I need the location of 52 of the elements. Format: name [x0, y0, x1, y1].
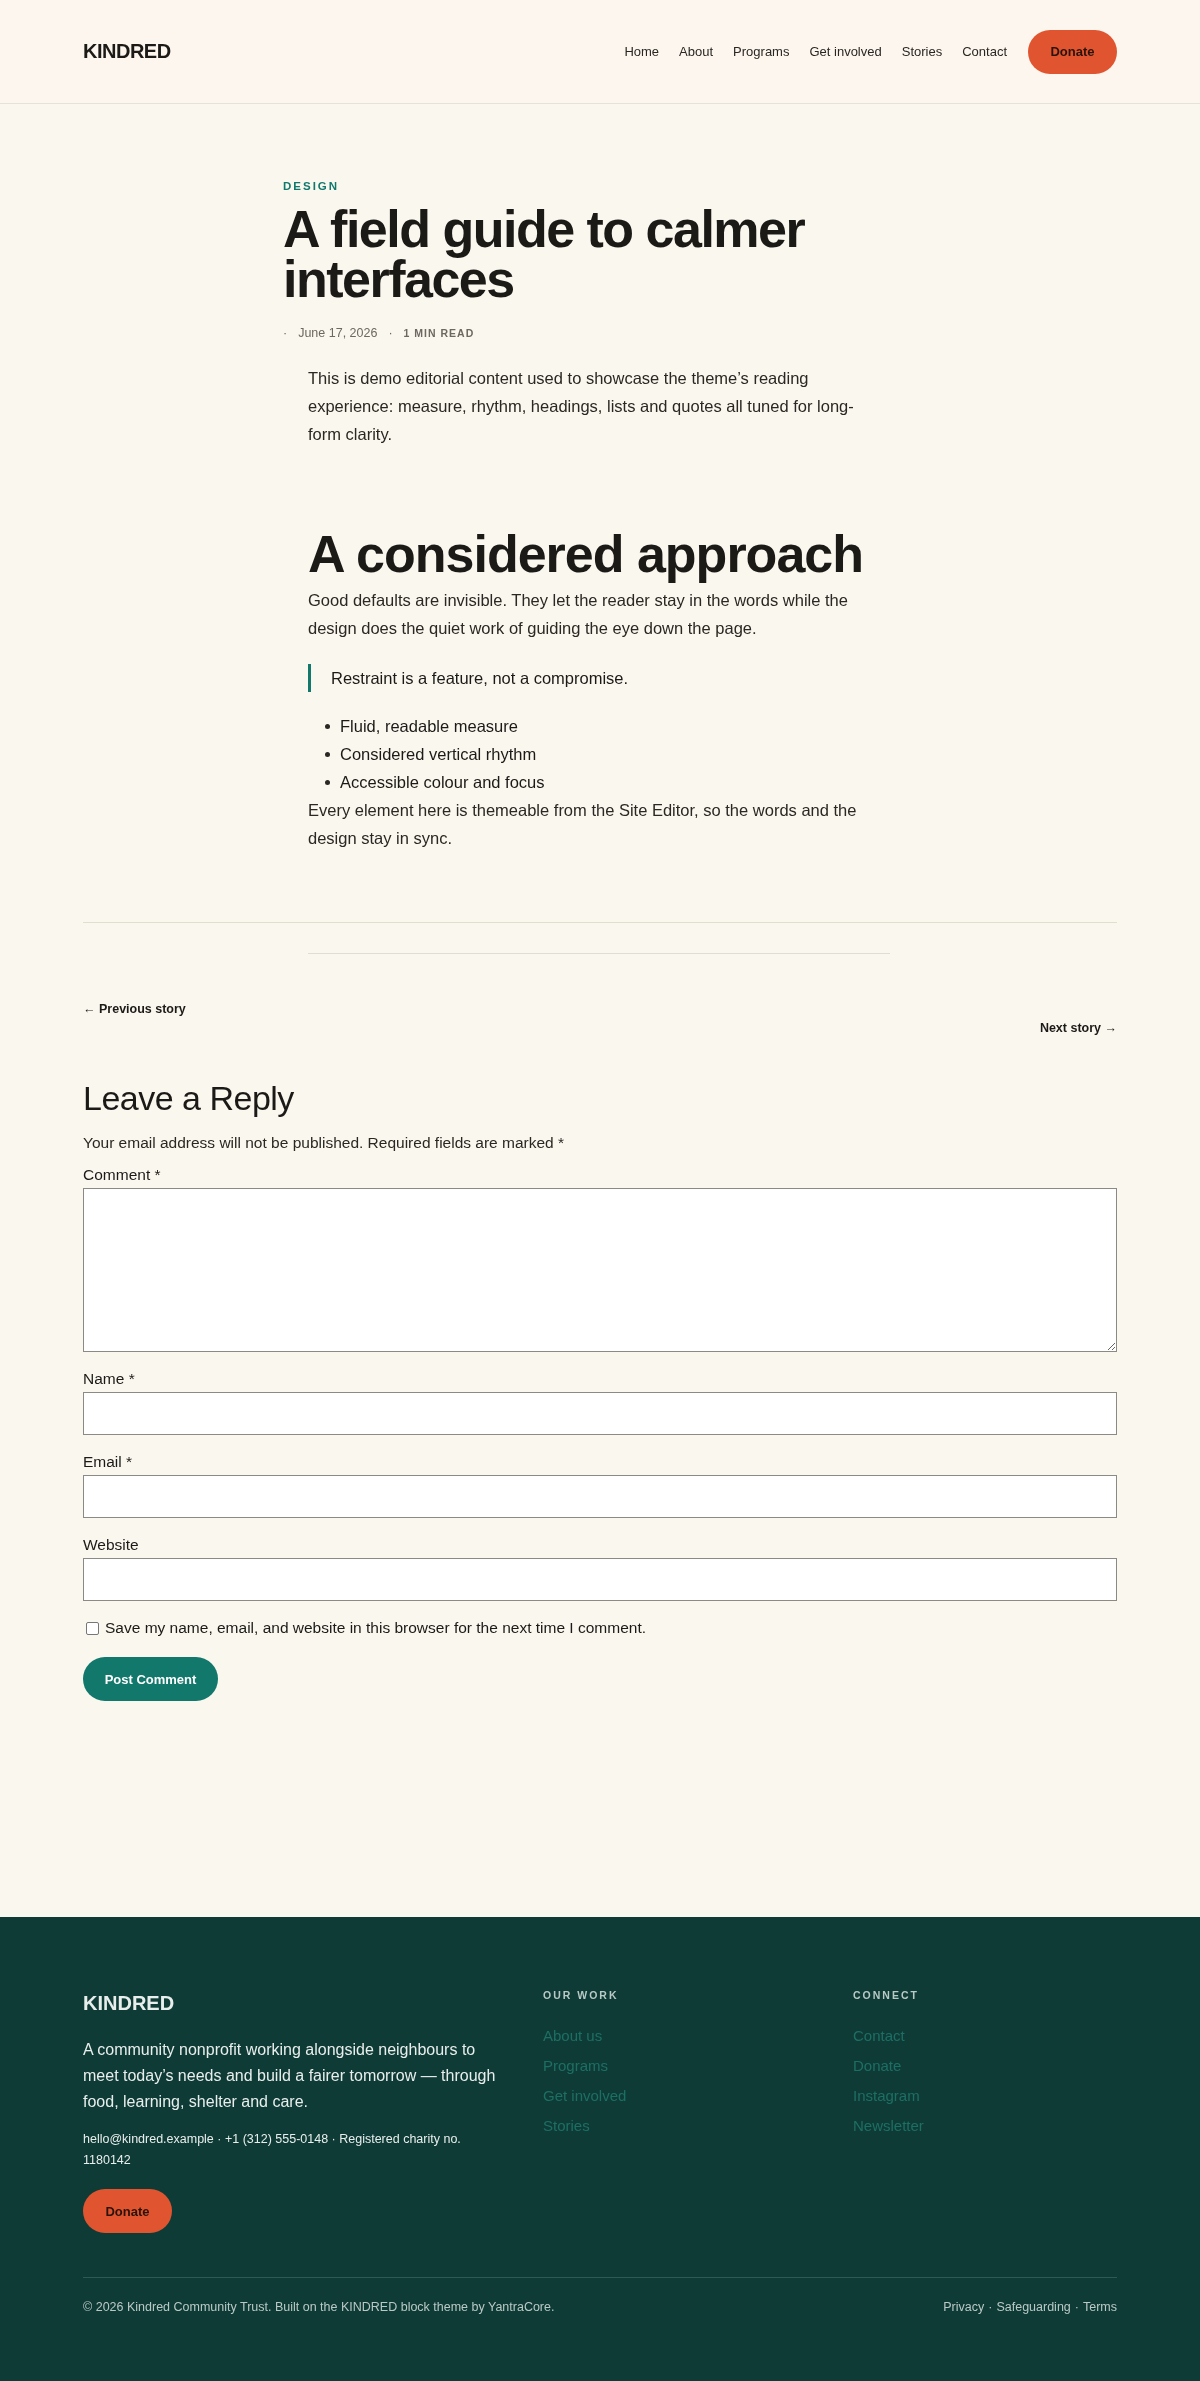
body-paragraph: Every element here is themeable from the Site Editor, so the words and the design stay in sync. — [308, 800, 858, 849]
previous-story-link[interactable]: ← Previous story — [83, 1002, 186, 1016]
reply-notice: Your email address will not be published. Required fields are marked * — [83, 1134, 566, 1152]
nav-link[interactable]: Home — [624, 44, 660, 59]
consent-label: Save my name, email, and website in this browser for the next time I comment. — [105, 1619, 646, 1637]
nav-link[interactable]: About — [679, 44, 714, 59]
donate-button[interactable]: Donate — [83, 2189, 172, 2233]
copyright-text: © 2026 Kindred Community Trust. Built on the KINDRED block theme by YantraCore. — [83, 2300, 555, 2314]
next-story-link[interactable]: Next story → — [1039, 1021, 1117, 1035]
list-item: Fluid, readable measure — [340, 716, 518, 737]
field-label: Website — [83, 1536, 140, 1554]
body-paragraph: Good defaults are invisible. They let the reader stay in the words while the design does the quiet work of guiding the eye down the page. — [308, 590, 849, 639]
bullet-icon — [325, 779, 330, 785]
nav-link[interactable]: Stories — [901, 44, 943, 59]
pull-quote: Restraint is a feature, not a compromise. — [308, 664, 868, 692]
nav-link[interactable]: Contact — [962, 44, 1007, 59]
field-label: Name * — [83, 1370, 136, 1388]
legal-link[interactable]: Privacy — [943, 2300, 985, 2314]
list-item: Considered vertical rhythm — [340, 744, 537, 765]
article-title: A field guide to calmer interfaces — [283, 204, 806, 304]
meta-separator: · — [283, 326, 288, 340]
section-heading: A considered approach — [308, 526, 864, 582]
legal-separator: · — [1074, 2300, 1079, 2314]
nav-link[interactable]: Get involved — [809, 44, 882, 59]
consent-checkbox[interactable] — [86, 1621, 99, 1635]
footer-column-heading: CONNECT — [853, 1989, 919, 2001]
category-label[interactable]: DESIGN — [283, 180, 340, 192]
footer-contact-text: hello@kindred.example · +1 (312) 555-0148 · Registered charity no. 1180142 — [83, 2131, 462, 2169]
footer-logo[interactable]: KINDRED — [83, 1992, 175, 2015]
legal-link[interactable]: Terms — [1082, 2300, 1117, 2314]
site-logo[interactable]: KINDRED — [83, 40, 171, 63]
input-field[interactable] — [83, 1392, 1117, 1435]
footer-column-heading: OUR WORK — [543, 1989, 619, 2001]
legal-link[interactable]: Safeguarding — [996, 2300, 1071, 2314]
intro-paragraph: This is demo editorial content used to showcase the theme’s reading experience: measure, rhythm, headings, lists and quotes all tuned for long-form clarity. — [308, 368, 855, 445]
input-field[interactable] — [83, 1475, 1117, 1518]
donate-button[interactable]: Donate — [1028, 29, 1117, 74]
list-item: Accessible colour and focus — [340, 772, 545, 793]
field-label: Comment * — [83, 1166, 162, 1184]
legal-separator: · — [988, 2300, 993, 2314]
post-comment-button[interactable]: Post Comment — [83, 1657, 218, 1701]
meta-separator: · — [388, 326, 393, 340]
field-label: Email * — [83, 1453, 134, 1471]
bullet-icon — [325, 723, 330, 729]
input-field[interactable] — [83, 1558, 1117, 1601]
reply-heading: Leave a Reply — [83, 1079, 295, 1118]
post-date: June 17, 2026 — [298, 326, 378, 340]
comment-field[interactable] — [83, 1188, 1117, 1352]
nav-link[interactable]: Programs — [733, 44, 790, 59]
footer-about-text: A community nonprofit working alongside neighbours to meet today’s needs and build a fairer tomorrow — through food, learning, shelter and care. — [83, 2040, 497, 2112]
read-time: 1 MIN READ — [403, 327, 475, 339]
bullet-icon — [325, 751, 330, 757]
